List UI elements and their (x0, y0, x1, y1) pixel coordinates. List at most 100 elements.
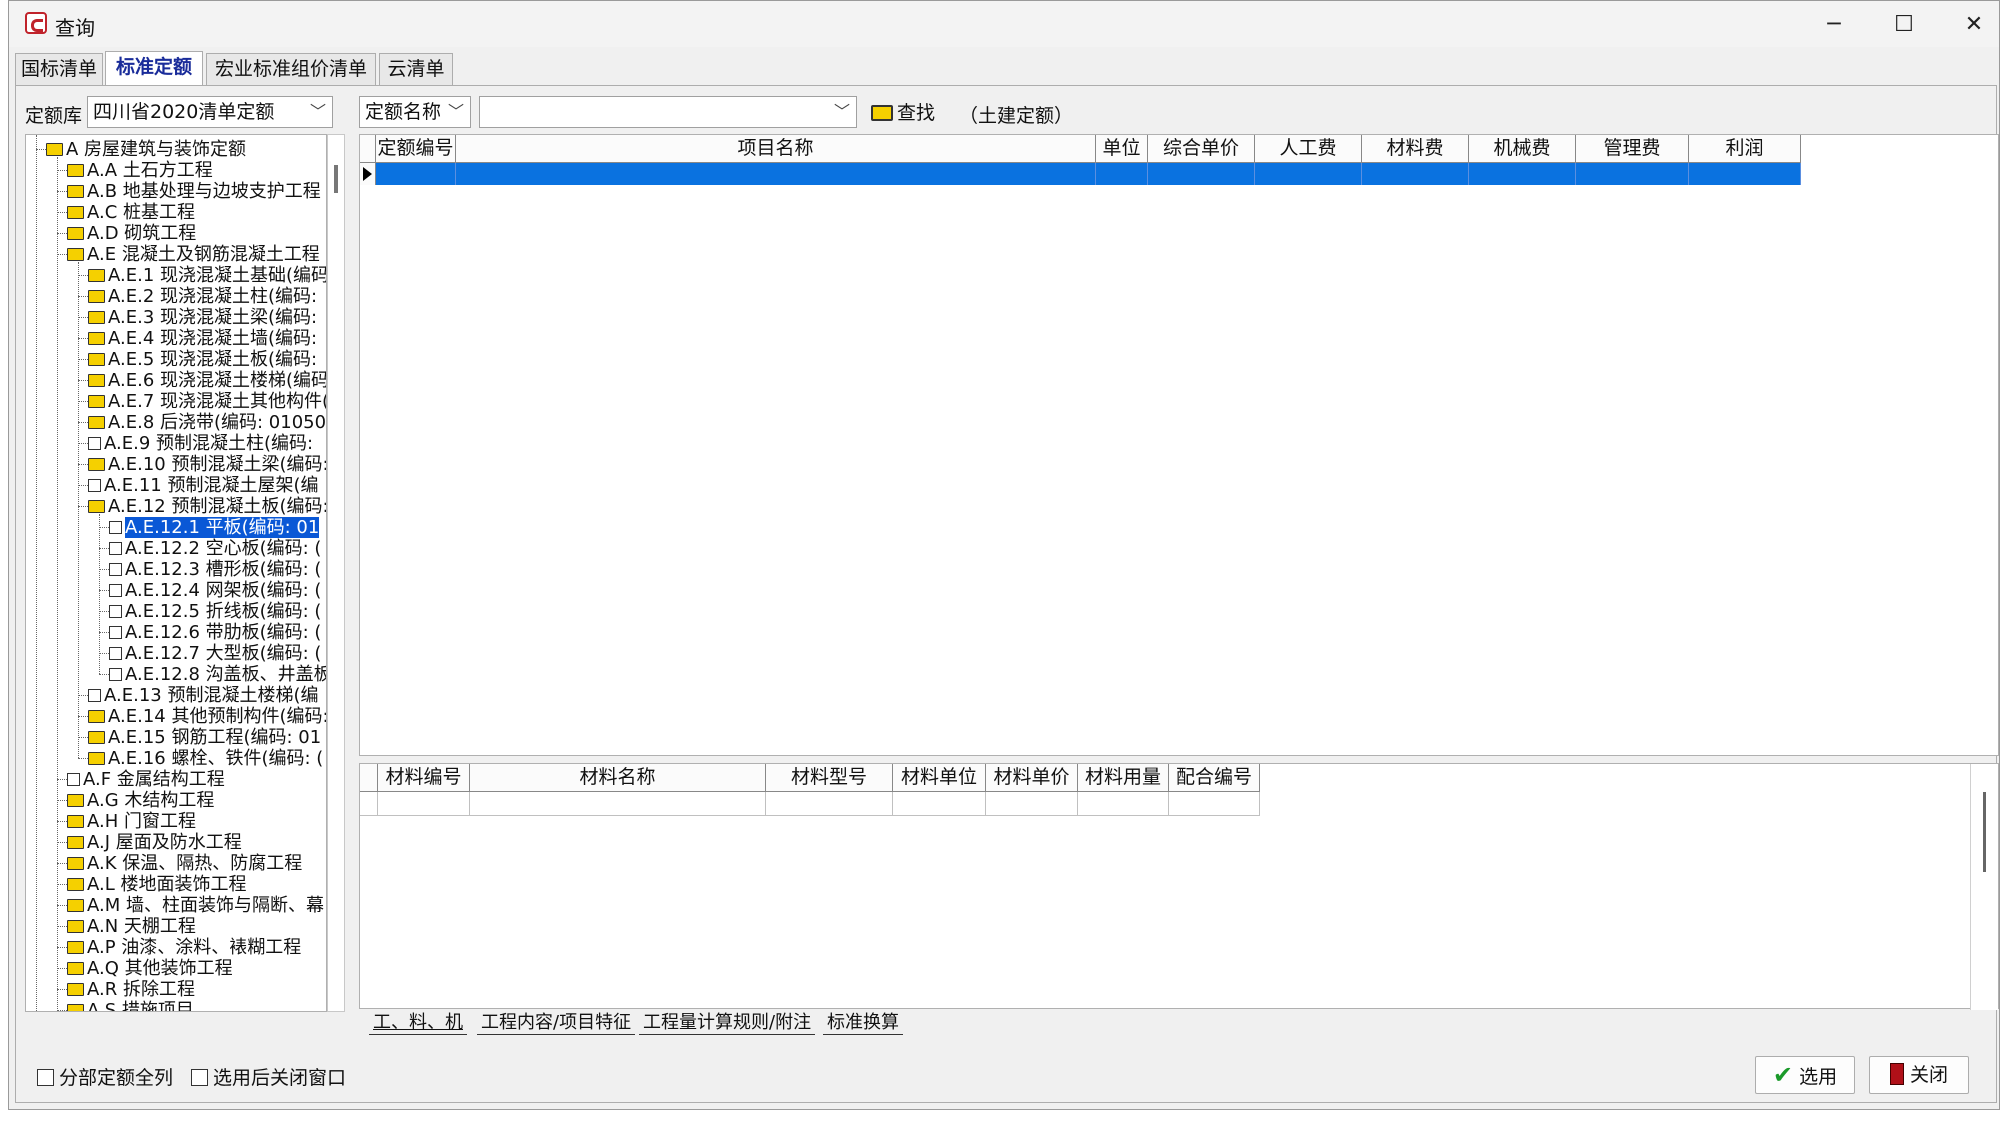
table-cell[interactable] (766, 792, 893, 816)
tree-node[interactable]: A.E.12.5 折线板(编码: ( (109, 601, 321, 622)
table-cell[interactable] (1148, 163, 1255, 185)
table-cell[interactable] (1689, 163, 1801, 185)
checkbox-box[interactable] (37, 1069, 54, 1086)
row-indicator[interactable] (360, 163, 376, 185)
table-cell[interactable] (893, 792, 986, 816)
table-cell[interactable] (1078, 792, 1169, 816)
table-cell[interactable] (470, 792, 766, 816)
field-select[interactable]: 定额名称 ﹀ (359, 96, 471, 128)
column-header[interactable]: 材料编号 (378, 764, 470, 792)
close-window-button[interactable]: ✕ (1939, 1, 2007, 47)
table-cell[interactable] (1469, 163, 1576, 185)
tree-node[interactable]: A.S 措施项目 (67, 1000, 194, 1011)
table-cell[interactable] (1096, 163, 1148, 185)
material-grid[interactable]: 材料编号 材料名称 材料型号 材料单位 材料单价 材料用量 配合编号 (359, 763, 1999, 1010)
scrollbar-thumb[interactable] (1983, 792, 1986, 872)
column-header[interactable]: 综合单价 (1148, 135, 1255, 163)
tab-national-list[interactable]: 国标清单 (15, 53, 103, 85)
table-cell[interactable] (1255, 163, 1362, 185)
tree-node[interactable]: A.E.12.7 大型板(编码: ( (109, 643, 321, 664)
tree-node[interactable]: A.E.11 预制混凝土屋架(编 (88, 475, 318, 496)
tree-node[interactable]: A.E.1 现浇混凝土基础(编码 (88, 265, 326, 286)
column-header[interactable]: 人工费 (1255, 135, 1362, 163)
tree-node[interactable]: A.H 门窗工程 (67, 811, 196, 832)
table-cell[interactable] (456, 163, 1096, 185)
tab-standard-quota[interactable]: 标准定额 (105, 51, 203, 86)
material-grid-scrollbar[interactable] (1970, 764, 1998, 1010)
tree-node[interactable]: A.G 木结构工程 (67, 790, 214, 811)
tree-node[interactable]: A.F 金属结构工程 (67, 769, 225, 790)
tree-node[interactable]: A 房屋建筑与装饰定额 (46, 139, 246, 160)
tree-node[interactable]: A.R 拆除工程 (67, 979, 195, 1000)
tree-node[interactable]: A.E.12 预制混凝土板(编码: (88, 496, 326, 517)
tree-node[interactable]: A.E.2 现浇混凝土柱(编码: (88, 286, 317, 307)
tree-node[interactable]: A.E.3 现浇混凝土梁(编码: (88, 307, 317, 328)
tree-node[interactable]: A.E 混凝土及钢筋混凝土工程 (67, 244, 320, 265)
tree-scrollbar[interactable] (327, 134, 345, 1012)
table-cell[interactable] (1576, 163, 1689, 185)
tree-node[interactable]: A.E.14 其他预制构件(编码: (88, 706, 326, 727)
checkbox-box[interactable] (191, 1069, 208, 1086)
title-bar[interactable]: 查询 ─ ☐ ✕ (9, 1, 1999, 47)
show-all-checkbox[interactable]: 分部定额全列 (37, 1063, 173, 1090)
tree-node[interactable]: A.N 天棚工程 (67, 916, 196, 937)
column-header[interactable]: 项目名称 (456, 135, 1096, 163)
tree-node[interactable]: A.E.6 现浇混凝土楼梯(编码 (88, 370, 326, 391)
table-cell[interactable] (376, 163, 456, 185)
scrollbar-thumb[interactable] (334, 165, 338, 193)
tab-calc-rules[interactable]: 工程量计算规则/附注 (639, 1011, 816, 1035)
tab-hongye-pricing-list[interactable]: 宏业标准组价清单 (206, 53, 376, 85)
tree-node[interactable]: A.K 保温、隔热、防腐工程 (67, 853, 302, 874)
tree-node[interactable]: A.E.12.1 平板(编码: 01 (109, 517, 320, 538)
tree-node[interactable]: A.E.12.2 空心板(编码: ( (109, 538, 321, 559)
column-header[interactable]: 配合编号 (1169, 764, 1260, 792)
tree-node[interactable]: A.C 桩基工程 (67, 202, 195, 223)
column-header[interactable]: 材料用量 (1078, 764, 1169, 792)
tree-node[interactable]: A.E.13 预制混凝土楼梯(编 (88, 685, 318, 706)
column-header[interactable]: 定额编号 (376, 135, 456, 163)
minimize-button[interactable]: ─ (1799, 1, 1869, 47)
tree-node[interactable]: A.E.12.4 网架板(编码: ( (109, 580, 321, 601)
tree-node[interactable]: A.E.12.3 槽形板(编码: ( (109, 559, 321, 580)
column-header[interactable]: 材料型号 (766, 764, 893, 792)
tree-node[interactable]: A.Q 其他装饰工程 (67, 958, 233, 979)
tree-node[interactable]: A.E.15 钢筋工程(编码: 01 (88, 727, 321, 748)
search-combo[interactable]: ﹀ (479, 96, 857, 128)
close-button[interactable]: 关闭 (1869, 1056, 1969, 1094)
column-header[interactable]: 材料单位 (893, 764, 986, 792)
table-cell[interactable] (986, 792, 1078, 816)
tree-node[interactable]: A.E.12.8 沟盖板、井盖板 (109, 664, 326, 685)
column-header[interactable]: 管理费 (1576, 135, 1689, 163)
tree-node[interactable]: A.A 土石方工程 (67, 160, 213, 181)
column-header[interactable]: 机械费 (1469, 135, 1576, 163)
select-button[interactable]: ✔ 选用 (1755, 1056, 1855, 1094)
column-header[interactable]: 利润 (1689, 135, 1801, 163)
column-header[interactable]: 单位 (1096, 135, 1148, 163)
tree-node[interactable]: A.M 墙、柱面装饰与隔断、幕 (67, 895, 324, 916)
tree-node[interactable]: A.E.10 预制混凝土梁(编码: (88, 454, 326, 475)
column-header[interactable]: 材料费 (1362, 135, 1469, 163)
tree-node[interactable]: A.B 地基处理与边坡支护工程 (67, 181, 321, 202)
tree-node[interactable]: A.L 楼地面装饰工程 (67, 874, 246, 895)
table-cell[interactable] (378, 792, 470, 816)
tab-labor-material-machine[interactable]: 工、料、机 (369, 1011, 467, 1035)
tab-cloud-list[interactable]: 云清单 (379, 53, 453, 85)
find-button[interactable]: 查找 (871, 99, 935, 127)
close-after-select-checkbox[interactable]: 选用后关闭窗口 (191, 1063, 346, 1090)
table-cell[interactable] (1169, 792, 1260, 816)
tab-standard-conversion[interactable]: 标准换算 (823, 1011, 903, 1035)
tree-node[interactable]: A.D 砌筑工程 (67, 223, 196, 244)
tree-node[interactable]: A.E.4 现浇混凝土墙(编码: (88, 328, 317, 349)
table-cell[interactable] (1362, 163, 1469, 185)
column-header[interactable]: 材料名称 (470, 764, 766, 792)
library-select[interactable]: 四川省2020清单定额 ﹀ (87, 96, 333, 128)
tree-node[interactable]: A.P 油漆、涂料、裱糊工程 (67, 937, 301, 958)
maximize-button[interactable]: ☐ (1869, 1, 1939, 47)
tree-node[interactable]: A.E.5 现浇混凝土板(编码: (88, 349, 317, 370)
tree-node[interactable]: A.J 屋面及防水工程 (67, 832, 242, 853)
tree-node[interactable]: A.E.8 后浇带(编码: 01050 (88, 412, 326, 433)
quota-tree[interactable]: A 房屋建筑与装饰定额 A.A 土石方工程 A.B 地基处理与边坡支护工程 A.C 桩… (25, 134, 327, 1012)
tree-node[interactable]: A.E.12.6 带肋板(编码: ( (109, 622, 321, 643)
row-indicator[interactable] (360, 792, 378, 816)
tree-node[interactable]: A.E.9 预制混凝土柱(编码: (88, 433, 313, 454)
